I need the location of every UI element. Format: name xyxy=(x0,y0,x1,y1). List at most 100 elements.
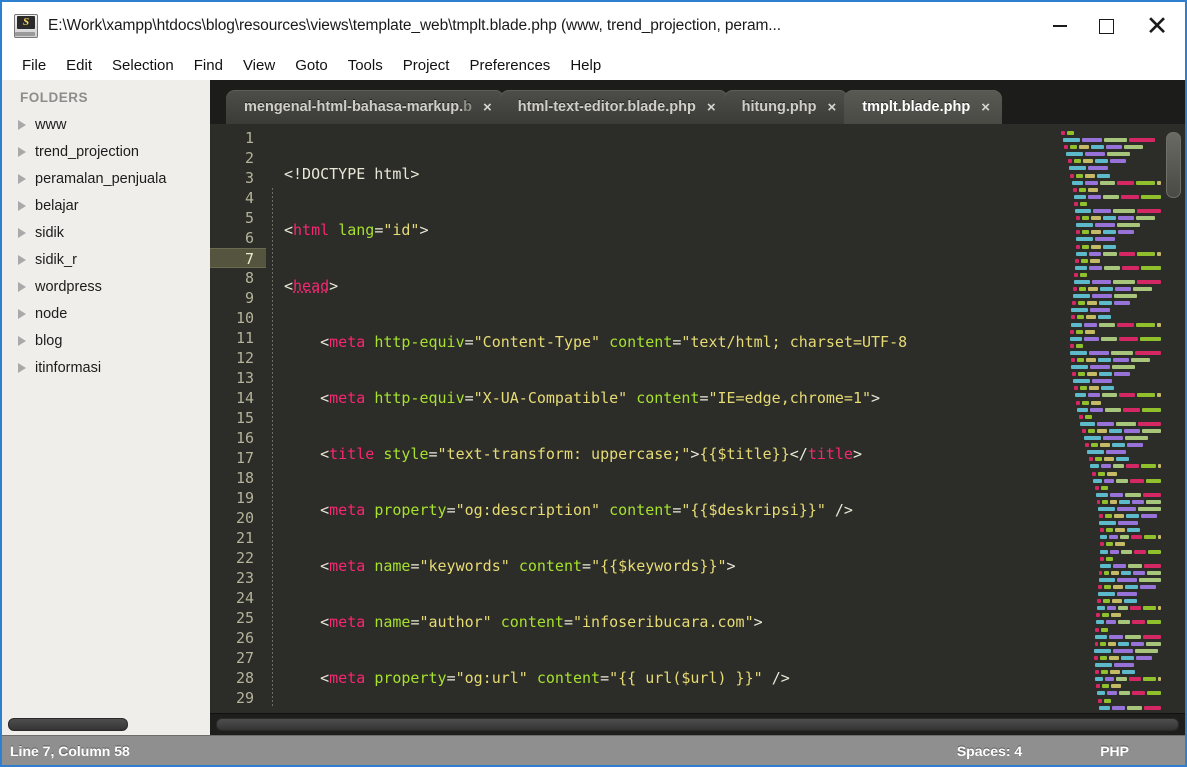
line-number: 24 xyxy=(235,589,254,607)
indent-setting[interactable]: Spaces: 4 xyxy=(957,743,1100,759)
code-line-3: <head> xyxy=(284,277,339,295)
sidebar-item-trend-projection[interactable]: trend_projection xyxy=(2,138,210,165)
close-icon[interactable]: ✕ xyxy=(1129,2,1185,54)
tab-close-icon[interactable]: × xyxy=(827,100,836,115)
tab-tmplt-blade-php[interactable]: tmplt.blade.php × xyxy=(844,90,1002,124)
tab-close-icon[interactable]: × xyxy=(707,100,716,115)
chevron-right-icon xyxy=(18,146,26,157)
sidebar-item-sidik[interactable]: sidik xyxy=(2,219,210,246)
chevron-right-icon xyxy=(18,335,26,346)
tab-label: tmplt.blade.php xyxy=(862,99,971,115)
chevron-right-icon xyxy=(18,200,26,211)
line-number: 21 xyxy=(235,529,254,547)
syntax-mode[interactable]: PHP xyxy=(1100,743,1185,759)
tab-close-icon[interactable]: × xyxy=(483,100,492,115)
code-line-2: <html lang="id"> xyxy=(284,221,429,239)
code-line-5: <meta http-equiv="X-UA-Compatible" conte… xyxy=(320,389,881,407)
sidebar-item-node[interactable]: node xyxy=(2,300,210,327)
sidebar-heading: FOLDERS xyxy=(20,90,89,105)
line-number: 3 xyxy=(244,169,254,187)
line-number: 4 xyxy=(244,189,254,207)
code-line-1: <!DOCTYPE html> xyxy=(284,165,420,183)
menu-find[interactable]: Find xyxy=(184,55,233,76)
window-controls: ✕ xyxy=(1037,2,1185,50)
line-number: 1 xyxy=(244,129,254,147)
folder-label: www xyxy=(35,116,67,133)
tab-mengenal-html-bahasa-markup[interactable]: mengenal-html-bahasa-markup.b × xyxy=(226,90,504,124)
minimize-icon[interactable] xyxy=(1037,2,1083,50)
menu-project[interactable]: Project xyxy=(393,55,460,76)
menu-help[interactable]: Help xyxy=(560,55,611,76)
title-bar: S E:\Work\xampp\htdocs\blog\resources\vi… xyxy=(2,2,1185,50)
code-text[interactable]: <!DOCTYPE html> <html lang="id"> <head> … xyxy=(282,124,1185,713)
folder-label: blog xyxy=(35,332,63,349)
line-number: 12 xyxy=(235,349,254,367)
chevron-right-icon xyxy=(18,227,26,238)
minimap-viewport-handle[interactable] xyxy=(1166,132,1181,198)
maximize-icon[interactable] xyxy=(1083,2,1129,50)
cursor-position: Line 7, Column 58 xyxy=(10,742,130,759)
menu-preferences[interactable]: Preferences xyxy=(459,55,560,76)
chevron-right-icon xyxy=(18,119,26,130)
folder-label: trend_projection xyxy=(35,143,139,160)
sidebar-horizontal-scrollbar[interactable] xyxy=(2,713,210,735)
folder-label: sidik xyxy=(35,224,65,241)
sidebar-item-sidik-r[interactable]: sidik_r xyxy=(2,246,210,273)
folder-list: www trend_projection peramalan_penjuala … xyxy=(2,111,210,381)
status-bar: Line 7, Column 58 Spaces: 4 PHP xyxy=(2,735,1185,765)
scrollbar-thumb[interactable] xyxy=(216,718,1179,731)
chevron-right-icon xyxy=(18,308,26,319)
sidebar-item-belajar[interactable]: belajar xyxy=(2,192,210,219)
chevron-right-icon xyxy=(18,362,26,373)
scrollbar-thumb[interactable] xyxy=(8,717,128,731)
minimap[interactable] xyxy=(1055,124,1185,713)
line-number: 23 xyxy=(235,569,254,587)
line-number: 10 xyxy=(235,309,254,327)
menu-edit[interactable]: Edit xyxy=(56,55,102,76)
line-number-current: 7 xyxy=(210,248,266,268)
workspace: FOLDERS www trend_projection peramalan_p… xyxy=(2,80,1185,735)
tab-hitung-php[interactable]: hitung.php × xyxy=(723,90,849,124)
menu-goto[interactable]: Goto xyxy=(285,55,338,76)
code-area[interactable]: 1 2 3 4 5 6 7 8 9 10 11 12 13 14 15 16 1 xyxy=(210,124,1185,713)
sublime-text-icon: S xyxy=(14,14,38,38)
code-line-4: <meta http-equiv="Content-Type" content=… xyxy=(320,333,908,351)
minimap-content xyxy=(1061,130,1163,713)
line-number: 5 xyxy=(244,209,254,227)
sidebar-item-www[interactable]: www xyxy=(2,111,210,138)
line-number: 22 xyxy=(235,549,254,567)
tab-html-text-editor-blade-php[interactable]: html-text-editor.blade.php × xyxy=(499,90,728,124)
tab-close-icon[interactable]: × xyxy=(981,100,990,115)
sublime-text-window: S E:\Work\xampp\htdocs\blog\resources\vi… xyxy=(0,0,1187,767)
menu-view[interactable]: View xyxy=(233,55,285,76)
line-number: 13 xyxy=(235,369,254,387)
menu-file[interactable]: File xyxy=(12,55,56,76)
folder-label: itinformasi xyxy=(35,359,102,376)
folder-label: sidik_r xyxy=(35,251,77,268)
line-number: 27 xyxy=(235,649,254,667)
indent-guide-column xyxy=(266,124,282,713)
code-line-7: <meta property="og:description" content=… xyxy=(320,501,853,519)
line-number: 14 xyxy=(235,389,254,407)
line-number: 16 xyxy=(235,429,254,447)
tab-label: mengenal-html-bahasa-markup.b xyxy=(244,99,473,115)
line-number: 18 xyxy=(235,469,254,487)
folder-label: wordpress xyxy=(35,278,102,295)
tab-label: hitung.php xyxy=(741,99,817,115)
editor-panel: mengenal-html-bahasa-markup.b × html-tex… xyxy=(210,80,1185,735)
line-number-gutter: 1 2 3 4 5 6 7 8 9 10 11 12 13 14 15 16 1 xyxy=(210,124,266,713)
chevron-right-icon xyxy=(18,254,26,265)
line-number: 8 xyxy=(244,269,254,287)
menu-selection[interactable]: Selection xyxy=(102,55,184,76)
chevron-right-icon xyxy=(18,173,26,184)
line-number: 29 xyxy=(235,689,254,707)
code-line-10: <meta property="og:url" content="{{ url(… xyxy=(320,669,790,687)
sidebar-item-itinformasi[interactable]: itinformasi xyxy=(2,354,210,381)
sidebar-item-peramalan-penjualan[interactable]: peramalan_penjuala xyxy=(2,165,210,192)
sidebar-item-wordpress[interactable]: wordpress xyxy=(2,273,210,300)
line-number: 20 xyxy=(235,509,254,527)
line-number: 17 xyxy=(235,449,254,467)
editor-horizontal-scrollbar[interactable] xyxy=(210,713,1185,735)
sidebar-item-blog[interactable]: blog xyxy=(2,327,210,354)
menu-tools[interactable]: Tools xyxy=(338,55,393,76)
